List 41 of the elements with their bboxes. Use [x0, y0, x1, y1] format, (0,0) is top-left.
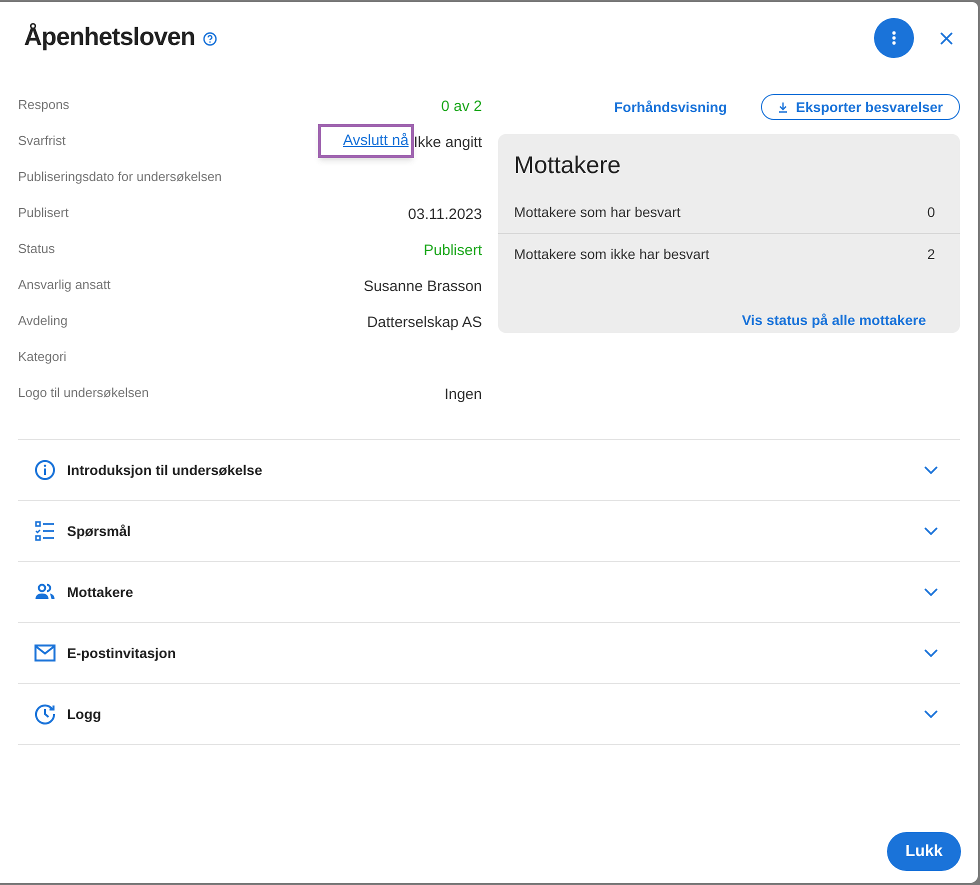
card-title: Mottakere [513, 151, 622, 181]
recipient-stat-label: Mottakere som har besvart [514, 203, 681, 222]
more-icon [892, 31, 896, 45]
recipient-count: 2 [927, 244, 935, 264]
preview-link[interactable]: Forhåndsvisning [614, 96, 727, 118]
field-label: Publisert [18, 204, 69, 222]
field-label: Ansvarlig ansatt [18, 276, 110, 294]
help-icon[interactable] [203, 32, 218, 46]
more-options-button[interactable] [874, 18, 914, 58]
history-icon [34, 703, 56, 725]
recipient-stat-label: Mottakere som ikke har besvart [514, 244, 710, 264]
accordion-header[interactable]: E-postinvitasjon [18, 623, 960, 684]
field-label: Kategori [18, 348, 66, 366]
field-value: Datterselskap AS [366, 313, 482, 333]
mail-icon [34, 642, 56, 664]
field-label: Avdeling [18, 312, 68, 330]
field-value: Ikke angitt [414, 133, 482, 153]
dialog-title: Åpenhetsloven [24, 22, 196, 54]
accordion-header[interactable]: Spørsmål [18, 501, 960, 562]
field-label: Respons [18, 96, 70, 114]
checklist-icon [34, 520, 56, 542]
accordion-header[interactable]: Logg [18, 684, 960, 745]
field-value: 03.11.2023 [408, 205, 482, 225]
close-dialog-button[interactable]: Lukk [887, 832, 961, 871]
status-link[interactable]: Vis status på alle mottakere [742, 310, 926, 331]
field-value: Publisert [424, 241, 482, 261]
field-value: Ingen [444, 385, 482, 405]
close-icon [940, 32, 952, 44]
field-label: Svarfrist [18, 132, 66, 150]
field-label: Publiseringsdato for undersøkelsen [18, 168, 222, 186]
field-value: Susanne Brasson [364, 277, 482, 297]
accordion-header[interactable]: Mottakere [18, 562, 960, 623]
export-button[interactable]: Eksporter besvarelser [760, 94, 960, 120]
accordion-header[interactable]: Introduksjon til undersøkelse [18, 440, 960, 501]
field-label: Status [18, 240, 55, 258]
field-value: 0 av 2 [441, 97, 482, 117]
recipient-count: 0 [927, 203, 935, 222]
info-icon [34, 459, 56, 481]
download-icon [778, 102, 788, 112]
end-now-link[interactable]: Avslutt nå [343, 130, 409, 152]
field-label: Logo til undersøkelsen [18, 384, 149, 402]
